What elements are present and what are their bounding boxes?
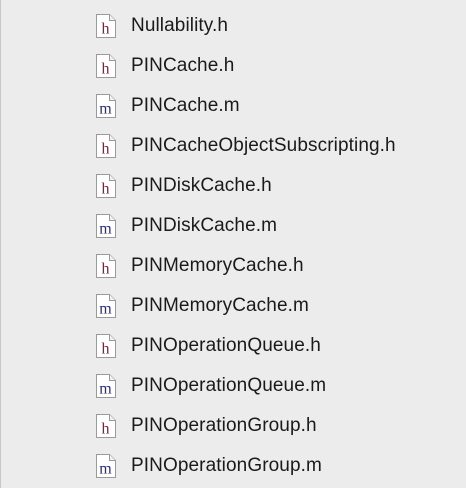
file-name: PINDiskCache.m bbox=[131, 215, 278, 236]
file-name: PINOperationGroup.h bbox=[131, 415, 317, 436]
header-file-icon: h bbox=[96, 334, 116, 358]
file-item[interactable]: m PINOperationGroup.m bbox=[0, 446, 466, 486]
file-type-letter: h bbox=[102, 181, 110, 198]
file-type-letter: m bbox=[99, 221, 112, 238]
file-item[interactable]: h PINOperationGroup.h bbox=[0, 406, 466, 446]
file-list: h Nullability.h h PINCache.h m PINCache.m h PIN… bbox=[0, 6, 466, 486]
header-file-icon: h bbox=[96, 14, 116, 38]
file-item[interactable]: h Nullability.h bbox=[0, 6, 466, 46]
file-name: PINCache.m bbox=[131, 95, 240, 116]
file-type-letter: h bbox=[102, 61, 110, 78]
file-name: PINMemoryCache.h bbox=[131, 255, 304, 276]
implementation-file-icon: m bbox=[96, 374, 116, 398]
file-name: PINOperationQueue.m bbox=[131, 375, 327, 396]
file-type-letter: h bbox=[102, 141, 110, 158]
header-file-icon: h bbox=[96, 254, 116, 278]
file-name: PINCache.h bbox=[131, 55, 235, 76]
file-item[interactable]: h PINMemoryCache.h bbox=[0, 246, 466, 286]
implementation-file-icon: m bbox=[96, 214, 116, 238]
file-item[interactable]: m PINOperationQueue.m bbox=[0, 366, 466, 406]
file-name: Nullability.h bbox=[131, 15, 229, 36]
implementation-file-icon: m bbox=[96, 454, 116, 478]
file-type-letter: h bbox=[102, 21, 110, 38]
file-name: PINOperationGroup.m bbox=[131, 455, 322, 476]
header-file-icon: h bbox=[96, 174, 116, 198]
file-name: PINMemoryCache.m bbox=[131, 295, 309, 316]
file-type-letter: h bbox=[102, 261, 110, 278]
header-file-icon: h bbox=[96, 54, 116, 78]
file-name: PINCacheObjectSubscripting.h bbox=[131, 135, 396, 156]
file-item[interactable]: m PINMemoryCache.m bbox=[0, 286, 466, 326]
file-type-letter: h bbox=[102, 341, 110, 358]
file-item[interactable]: h PINCache.h bbox=[0, 46, 466, 86]
header-file-icon: h bbox=[96, 134, 116, 158]
implementation-file-icon: m bbox=[96, 294, 116, 318]
header-file-icon: h bbox=[96, 414, 116, 438]
file-item[interactable]: m PINCache.m bbox=[0, 86, 466, 126]
file-item[interactable]: h PINOperationQueue.h bbox=[0, 326, 466, 366]
file-item[interactable]: m PINDiskCache.m bbox=[0, 206, 466, 246]
file-name: PINOperationQueue.h bbox=[131, 335, 321, 356]
implementation-file-icon: m bbox=[96, 94, 116, 118]
file-type-letter: m bbox=[99, 381, 112, 398]
file-type-letter: m bbox=[99, 101, 112, 118]
file-item[interactable]: h PINCacheObjectSubscripting.h bbox=[0, 126, 466, 166]
file-type-letter: h bbox=[102, 421, 110, 438]
file-name: PINDiskCache.h bbox=[131, 175, 272, 196]
file-type-letter: m bbox=[99, 461, 112, 478]
file-type-letter: m bbox=[99, 301, 112, 318]
file-item[interactable]: h PINDiskCache.h bbox=[0, 166, 466, 206]
